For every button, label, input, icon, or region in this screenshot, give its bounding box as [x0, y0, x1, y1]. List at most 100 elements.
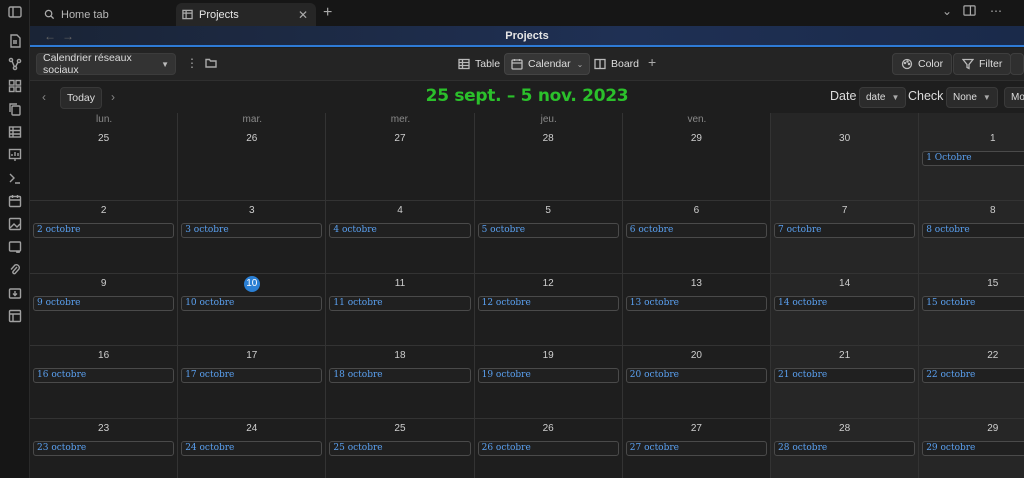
calendar-event[interactable]: 18 octobre: [329, 368, 471, 384]
chart-icon[interactable]: [7, 147, 23, 163]
calendar-event[interactable]: 2 octobre: [33, 223, 175, 238]
layout-icon[interactable]: [7, 308, 23, 324]
add-view-button[interactable]: +: [648, 54, 656, 70]
table-icon[interactable]: [7, 124, 23, 140]
calendar-event[interactable]: 19 octobre: [477, 368, 619, 384]
tab-board-view[interactable]: Board: [588, 53, 645, 75]
day-number: 24: [246, 422, 258, 434]
calendar-day-cell[interactable]: 6 6 octobre: [622, 201, 771, 274]
kanban-icon[interactable]: [7, 239, 23, 255]
calendar-day-cell[interactable]: 22 22 octobre: [919, 346, 1024, 419]
calendar-day-cell[interactable]: 25: [30, 113, 179, 201]
calendar-day-cell[interactable]: 20 20 octobre: [622, 346, 771, 419]
paperclip-icon[interactable]: [7, 262, 23, 278]
tab-home[interactable]: Home tab: [38, 3, 174, 26]
calendar-event[interactable]: 5 octobre: [477, 223, 619, 238]
calendar-event[interactable]: 14 octobre: [774, 295, 916, 311]
calendar-event[interactable]: 21 octobre: [774, 368, 916, 384]
calendar-day-cell[interactable]: 11 11 octobre: [326, 273, 475, 347]
calendar-day-cell[interactable]: 9 9 octobre: [30, 273, 179, 347]
tab-projects[interactable]: Projects ✕: [176, 3, 316, 26]
calendar-day-cell[interactable]: 10 10 octobre: [178, 273, 327, 347]
calendar-day-cell[interactable]: 29: [622, 113, 771, 201]
calendar-event[interactable]: 20 octobre: [625, 368, 767, 384]
check-field-select[interactable]: None ▼: [946, 87, 998, 108]
copy-icon[interactable]: [7, 101, 23, 117]
calendar-event[interactable]: 28 octobre: [774, 440, 916, 456]
calendar-day-cell[interactable]: 2 2 octobre: [30, 201, 179, 274]
calendar-event[interactable]: 22 octobre: [922, 368, 1024, 384]
close-tab-icon[interactable]: ✕: [298, 8, 308, 22]
calendar-day-cell[interactable]: 26 26 octobre: [475, 418, 623, 478]
calendar-day-cell[interactable]: 18 18 octobre: [326, 346, 475, 419]
calendar-day-cell[interactable]: 14 14 octobre: [771, 273, 920, 347]
calendar-icon[interactable]: [7, 193, 23, 209]
calendar-day-cell[interactable]: 28 28 octobre: [771, 418, 920, 478]
split-view-icon[interactable]: [963, 4, 976, 20]
calendar-event[interactable]: 4 octobre: [329, 223, 471, 238]
calendar-day-cell[interactable]: 1 1 Octobre: [919, 113, 1024, 201]
calendar-event[interactable]: 29 octobre: [922, 440, 1024, 456]
sidebar-toggle-icon[interactable]: [7, 4, 23, 20]
calendar-event[interactable]: 25 octobre: [329, 440, 471, 456]
chevron-down-icon[interactable]: ⌄: [942, 4, 952, 18]
calendar-event[interactable]: 10 octobre: [181, 295, 323, 311]
calendar-event[interactable]: 16 octobre: [33, 368, 175, 384]
calendar-day-cell[interactable]: 19 19 octobre: [474, 346, 623, 419]
files-icon[interactable]: [7, 33, 23, 49]
calendar-day-cell[interactable]: 12 12 octobre: [474, 273, 623, 347]
calendar-event[interactable]: 11 octobre: [329, 295, 471, 311]
calendar-day-cell[interactable]: 27: [326, 113, 475, 201]
calendar-day-cell[interactable]: 5 5 octobre: [474, 201, 623, 274]
calendar-event[interactable]: 17 octobre: [181, 368, 323, 384]
tab-calendar-view[interactable]: Calendar ⌄: [504, 53, 591, 75]
calendar-day-cell[interactable]: 28: [474, 113, 623, 201]
calendar-event[interactable]: 15 octobre: [922, 295, 1024, 311]
calendar-day-cell[interactable]: 21 21 octobre: [771, 346, 920, 419]
new-tab-button[interactable]: +: [323, 4, 332, 22]
calendar-day-cell[interactable]: 25 25 octobre: [326, 418, 475, 478]
terminal-icon[interactable]: [7, 170, 23, 186]
calendar-day-cell[interactable]: 24 24 octobre: [178, 418, 327, 478]
calendar-day-cell[interactable]: 23 23 octobre: [30, 418, 179, 478]
graph-icon[interactable]: [7, 56, 23, 72]
calendar-event[interactable]: 3 octobre: [181, 223, 323, 238]
kebab-menu-icon[interactable]: ⋮: [186, 56, 198, 70]
calendar-event[interactable]: 1 Octobre: [922, 151, 1024, 166]
more-options-icon[interactable]: ⋯: [990, 4, 1002, 18]
calendar-day-cell[interactable]: 17 17 octobre: [178, 346, 327, 419]
calendar-event[interactable]: 27 octobre: [625, 440, 767, 456]
calendar-event[interactable]: 13 octobre: [625, 295, 767, 311]
color-button[interactable]: Color: [892, 53, 953, 75]
calendar-day-cell[interactable]: 8 8 octobre: [919, 201, 1024, 274]
folder-icon[interactable]: [205, 57, 217, 72]
tab-table-view[interactable]: Table: [452, 53, 506, 75]
day-number: 25: [98, 133, 110, 144]
calendar-event[interactable]: 26 octobre: [477, 440, 619, 456]
download-icon[interactable]: [7, 285, 23, 301]
calendar-day-cell[interactable]: 29 29 octobre: [919, 418, 1024, 478]
calendar-event[interactable]: 23 octobre: [33, 440, 175, 456]
calendar-day-cell[interactable]: 13 13 octobre: [622, 273, 771, 347]
image-icon[interactable]: [7, 216, 23, 232]
more-select[interactable]: Mo: [1004, 87, 1024, 108]
calendar-day-cell[interactable]: 30: [771, 113, 920, 201]
grid-icon[interactable]: [7, 78, 23, 94]
calendar-event[interactable]: 9 octobre: [33, 295, 175, 311]
calendar-day-cell[interactable]: 3 3 octobre: [178, 201, 327, 274]
calendar-event[interactable]: 12 octobre: [477, 295, 619, 311]
calendar-event[interactable]: 8 octobre: [922, 223, 1024, 238]
calendar-event[interactable]: 24 octobre: [181, 440, 323, 456]
calendar-day-cell[interactable]: 15 15 octobre: [919, 273, 1024, 347]
calendar-day-cell[interactable]: 26: [178, 113, 327, 201]
calendar-day-cell[interactable]: 7 7 octobre: [771, 201, 920, 274]
view-select[interactable]: Calendrier réseaux sociaux ▼: [36, 52, 176, 76]
calendar-day-cell[interactable]: 16 16 octobre: [30, 346, 179, 419]
date-field-select[interactable]: date ▼: [859, 87, 907, 108]
calendar-event[interactable]: 7 octobre: [774, 223, 916, 238]
filter-button[interactable]: Filter: [953, 53, 1012, 75]
calendar-day-cell[interactable]: 27 27 octobre: [623, 418, 771, 478]
sort-button[interactable]: [1010, 53, 1024, 75]
calendar-event[interactable]: 6 octobre: [625, 223, 767, 238]
calendar-day-cell[interactable]: 4 4 octobre: [326, 201, 475, 274]
